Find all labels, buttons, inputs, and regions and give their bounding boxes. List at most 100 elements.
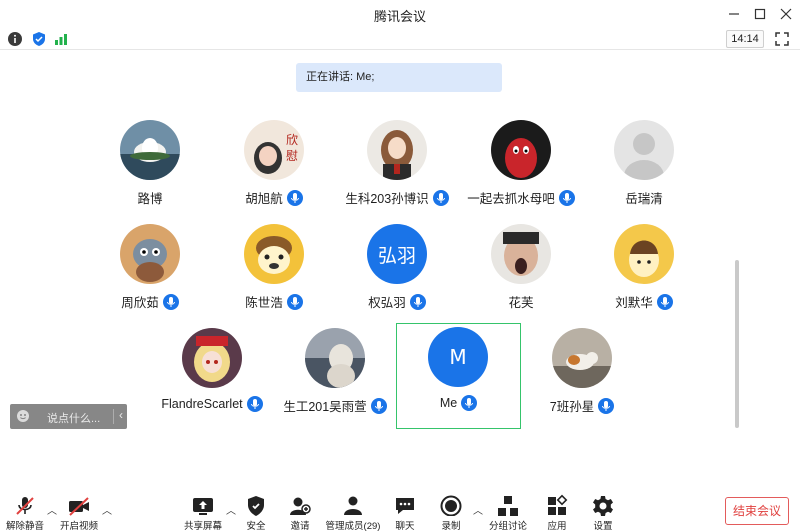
participant-name: 生科203孙博识 [345,192,429,206]
unmute-label: 解除静音 [5,521,44,532]
bottom-toolbar: 解除静音 ︿ 开启视频 ︿ 共享屏幕 ︿ 安全 邀请 管理成员(29) 聊天 录… [0,488,800,532]
record-icon [440,495,462,516]
avatar-initials-text: M [449,345,467,369]
avatar-initials: M [428,327,488,387]
breakout-button[interactable]: 分组讨论 [488,488,528,532]
security-button[interactable]: 安全 [240,488,272,532]
avatar [367,120,427,180]
close-icon[interactable] [776,4,796,24]
record-label: 录制 [441,521,461,532]
manage-members-button[interactable]: 管理成员(29) [323,488,383,532]
participant-tile[interactable]: 一起去抓水母吧 [459,116,583,220]
shield-icon[interactable] [31,31,47,47]
participant-name: 路博 [137,192,163,206]
mic-muted-icon [16,497,34,515]
chevron-up-icon[interactable]: ︿ [226,502,236,517]
avatar [614,120,674,180]
avatar [120,120,180,180]
chat-label: 聊天 [395,521,415,532]
scrollbar[interactable] [735,260,739,428]
participant-tile[interactable]: 路博 [88,116,212,220]
participant-tile[interactable]: 花芙 [459,220,583,324]
settings-label: 设置 [593,521,613,532]
breakout-icon [498,496,518,516]
avatar [614,224,674,284]
chat-icon [396,498,414,514]
participant-tile[interactable]: 生工201吴雨萱 [273,324,397,428]
participant-name: FlandreScarlet [161,397,243,411]
meeting-clock: 14:14 [726,30,764,48]
start-video-button[interactable]: 开启视频 [58,488,100,532]
emoji-icon[interactable] [16,409,30,423]
avatar [120,224,180,284]
invite-label: 邀请 [290,521,310,532]
avatar [244,224,304,284]
start-video-label: 开启视频 [59,521,98,532]
info-icon[interactable] [7,31,23,47]
avatar-initials: 弘羽 [367,224,427,284]
chat-button[interactable]: 聊天 [389,488,421,532]
participant-tile[interactable]: 刘默华 [582,220,706,324]
info-bar: 14:14 [0,28,800,50]
chat-input-bar[interactable]: 说点什么... ‹ [10,404,127,429]
signal-icon[interactable] [53,31,69,47]
participant-tile[interactable]: 弘羽 权弘羽 [335,220,459,324]
mic-icon [598,397,615,414]
settings-button[interactable]: 设置 [587,488,619,532]
fullscreen-icon[interactable] [774,31,790,47]
participant-tile[interactable]: 岳瑞清 [582,116,706,220]
avatar [491,120,551,180]
breakout-label: 分组讨论 [488,521,527,532]
avatar-initials-text: 弘羽 [377,244,416,267]
unmute-button[interactable]: 解除静音 [5,488,45,532]
participant-name: 刘默华 [615,296,653,310]
mic-icon [558,189,575,206]
window-title: 腾讯会议 [373,9,426,24]
participant-name: 陈世浩 [245,296,283,310]
participant-tile[interactable]: 欣慰 胡旭航 [212,116,336,220]
participant-name: 胡旭航 [245,192,283,206]
minimize-icon[interactable] [724,4,744,24]
mic-icon [286,293,303,310]
video-off-icon [69,497,89,516]
participant-name: 生工201吴雨萱 [283,400,367,414]
participant-tile[interactable]: 陈世浩 [212,220,336,324]
apps-button[interactable]: 应用 [541,488,573,532]
apps-label: 应用 [547,521,567,532]
add-user-icon [290,497,311,515]
chat-input[interactable]: 说点什么... [47,410,100,426]
participant-name: 周欣茹 [121,296,159,310]
chevron-up-icon[interactable]: ︿ [473,502,483,517]
share-screen-icon [193,498,213,515]
record-button[interactable]: 录制 [435,488,467,532]
speaking-banner: 正在讲话: Me; [296,63,502,92]
mic-icon [461,395,478,411]
end-meeting-button[interactable]: 结束会议 [725,497,789,525]
mic-icon [656,293,673,310]
share-screen-button[interactable]: 共享屏幕 [181,488,225,532]
participant-name: 一起去抓水母吧 [467,192,555,206]
svg-text:慰: 慰 [286,149,298,163]
maximize-icon[interactable] [750,4,770,24]
mic-icon [162,293,179,310]
participant-name: 权弘羽 [368,296,406,310]
share-screen-label: 共享屏幕 [183,521,222,532]
mic-icon [370,397,387,414]
mic-icon [432,189,449,206]
shield-icon [248,496,264,516]
participant-tile[interactable]: 周欣茹 [88,220,212,324]
participant-tile[interactable]: 7班孙星 [520,324,644,428]
chevron-left-icon[interactable]: ‹ [119,408,123,422]
chevron-up-icon[interactable]: ︿ [47,502,57,517]
divider [113,409,114,424]
mic-icon [246,396,263,412]
invite-button[interactable]: 邀请 [284,488,316,532]
members-icon [344,496,362,515]
avatar [182,328,242,388]
participant-tile[interactable]: 生科203孙博识 [335,116,459,220]
chevron-up-icon[interactable]: ︿ [102,502,112,517]
participant-name: 花芙 [508,296,534,310]
participant-tile[interactable]: FlandreScarlet [150,324,274,428]
security-label: 安全 [246,521,266,532]
participant-tile-active[interactable]: M Me [396,323,521,429]
